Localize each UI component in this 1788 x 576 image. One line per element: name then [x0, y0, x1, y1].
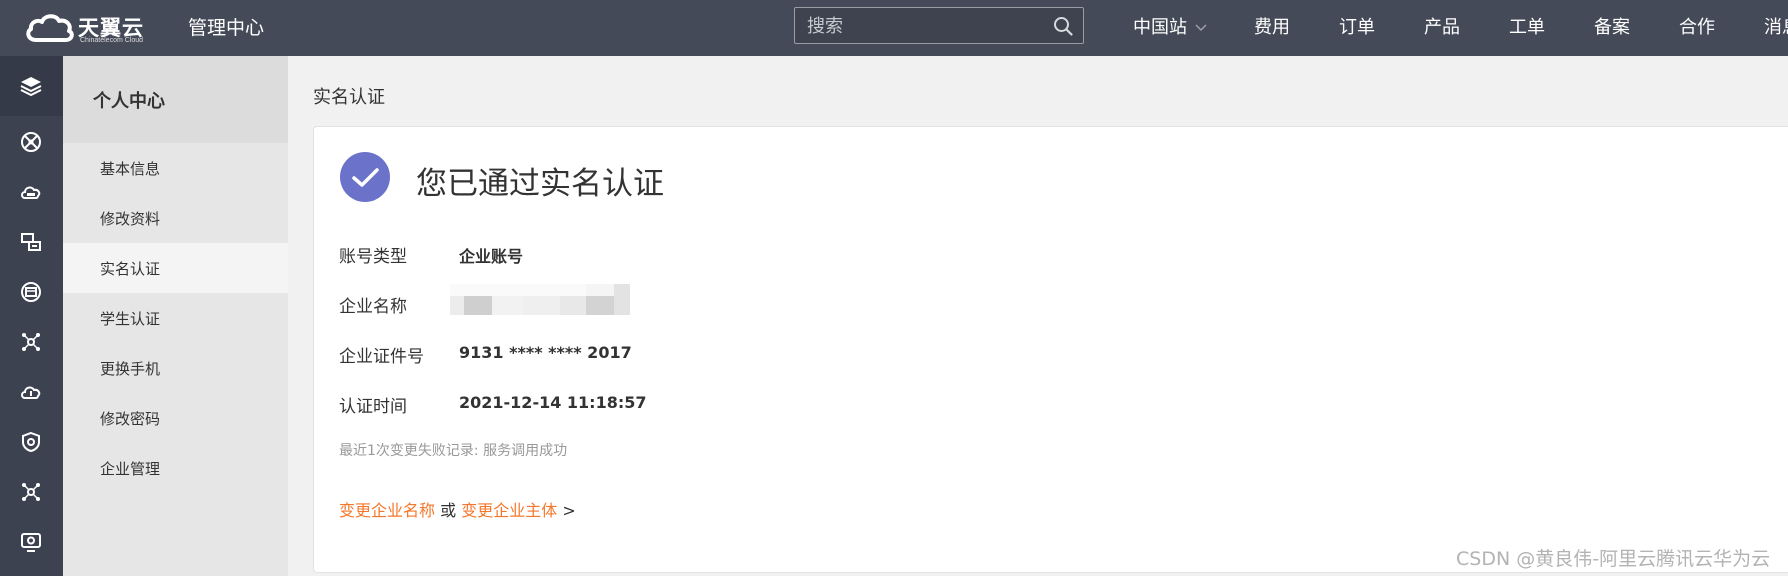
arrow-text: >	[562, 501, 576, 520]
verified-check-icon	[340, 152, 390, 202]
subnav-item-student-auth[interactable]: 学生认证	[63, 293, 288, 343]
logo-subtext: Chinatelecom Cloud	[80, 37, 144, 44]
search-icon[interactable]	[1053, 16, 1073, 36]
search-input[interactable]	[807, 15, 1037, 37]
subnav-item-real-name-auth[interactable]: 实名认证	[63, 243, 288, 293]
brand-logo[interactable]: 天翼云 Chinatelecom Cloud	[24, 10, 154, 44]
auth-time-value: 2021-12-14 11:18:57	[459, 393, 647, 412]
subnav-item-change-password[interactable]: 修改密码	[63, 393, 288, 443]
personal-center-menu: 个人中心 基本信息 修改资料 实名认证 学生认证 更换手机 修改密码 企业管理	[63, 56, 288, 576]
subnav-item-label: 实名认证	[100, 260, 161, 278]
subnav-title: 个人中心	[93, 91, 165, 112]
nav-partners[interactable]: 合作	[1679, 13, 1715, 39]
cluster-icon[interactable]	[19, 330, 43, 354]
nav-orders[interactable]: 订单	[1339, 13, 1375, 39]
subnav-item-label: 基本信息	[100, 160, 161, 178]
nav-billing[interactable]: 费用	[1254, 13, 1290, 39]
subnav-item-basic-info[interactable]: 基本信息	[63, 143, 288, 193]
watermark: CSDN @黄良伟-阿里云腾讯云华为云	[1456, 548, 1771, 570]
auth-time-label: 认证时间	[339, 397, 407, 417]
nav-label: 中国站	[1133, 17, 1187, 38]
cloud-host-icon[interactable]	[19, 180, 43, 204]
verification-card: 您已通过实名认证 账号类型 企业账号 企业名称 企业证件号 9131 **** …	[313, 126, 1788, 573]
nav-china-site[interactable]: 中国站	[1133, 13, 1207, 39]
verified-heading: 您已通过实名认证	[416, 166, 664, 202]
last-change-failure-note: 最近1次变更失败记录: 服务调用成功	[339, 443, 568, 459]
layers-icon[interactable]	[19, 74, 43, 98]
account-type-value: 企业账号	[459, 247, 524, 266]
redacted-mosaic	[450, 284, 630, 315]
nav-tickets[interactable]: 工单	[1509, 13, 1545, 39]
subnav-item-label: 修改密码	[100, 410, 161, 428]
page-title: 实名认证	[313, 87, 385, 108]
management-center-link[interactable]: 管理中心	[188, 13, 264, 40]
cluster-icon[interactable]	[19, 480, 43, 504]
network-icon[interactable]	[19, 130, 43, 154]
subnav-item-enterprise-mgmt[interactable]: 企业管理	[63, 443, 288, 493]
subnav-item-label: 企业管理	[100, 460, 161, 478]
subnav-item-edit-profile[interactable]: 修改资料	[63, 193, 288, 243]
subnav-item-label: 学生认证	[100, 310, 161, 328]
id-number-label: 企业证件号	[339, 347, 424, 367]
nav-products[interactable]: 产品	[1424, 13, 1460, 39]
screen-icon[interactable]	[19, 530, 43, 554]
icon-rail	[0, 56, 63, 576]
cloud-storage-icon[interactable]	[19, 380, 43, 404]
subnav-item-label: 修改资料	[100, 210, 161, 228]
subnav-item-change-phone[interactable]: 更换手机	[63, 343, 288, 393]
change-company-entity-link[interactable]: 变更企业主体	[461, 501, 557, 520]
console-icon[interactable]	[19, 280, 43, 304]
change-links: 变更企业名称 或 变更企业主体 >	[339, 497, 576, 521]
chevron-down-icon	[1195, 24, 1207, 32]
nav-icp-filing[interactable]: 备案	[1594, 13, 1630, 39]
cloud-logo-icon	[26, 14, 74, 42]
top-bar: 天翼云 Chinatelecom Cloud 管理中心 中国站 费用 订单 产品…	[0, 0, 1788, 56]
id-number-value: 9131 **** **** 2017	[459, 343, 632, 362]
subnav-item-label: 更换手机	[100, 360, 161, 378]
account-type-label: 账号类型	[339, 247, 407, 267]
security-shield-icon[interactable]	[19, 430, 43, 454]
nav-messages[interactable]: 消息	[1764, 13, 1788, 39]
company-name-label: 企业名称	[339, 297, 407, 317]
change-company-name-link[interactable]: 变更企业名称	[339, 501, 435, 520]
search-box	[794, 7, 1084, 44]
monitor-icon[interactable]	[19, 230, 43, 254]
subnav-header: 个人中心	[63, 56, 288, 143]
or-text: 或	[440, 501, 457, 520]
